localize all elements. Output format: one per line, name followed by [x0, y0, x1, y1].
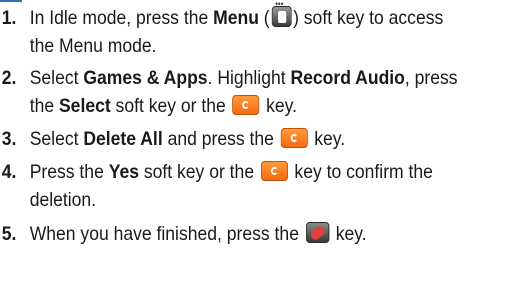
text: Select: [29, 67, 84, 89]
text: key to confirm the: [289, 161, 433, 183]
section-accent-bar: [0, 0, 22, 2]
text: Select: [29, 128, 84, 150]
step-line: When you have finished, press the key.: [30, 220, 367, 248]
step-line: Press the Yes soft key or the key to con…: [30, 158, 433, 186]
step-text: When you have finished, press the key.: [30, 220, 367, 248]
menu-soft-key-icon: •••: [271, 0, 292, 27]
text: (: [258, 7, 270, 29]
step-line: In Idle mode, press the Menu (•••) soft …: [29, 0, 444, 32]
text: key.: [261, 95, 298, 117]
step-text: Press the Yes soft key or the key to con…: [30, 158, 433, 214]
ok-select-key-icon: [232, 95, 260, 115]
step-number: 3.: [1, 128, 17, 150]
step-number: 1.: [1, 7, 17, 29]
end-power-key-icon: [305, 222, 330, 243]
text: and press the: [162, 128, 279, 150]
step-line: the Select soft key or the key.: [30, 92, 458, 120]
select-key-label: Select: [58, 95, 111, 117]
ok-select-key-icon: [260, 161, 288, 181]
step-text: Select Delete All and press the key.: [30, 125, 345, 153]
step-text: In Idle mode, press the Menu (•••) soft …: [29, 0, 444, 60]
games-apps-label: Games & Apps: [83, 67, 208, 89]
text: In Idle mode, press the: [29, 7, 214, 29]
text: ) soft key to access: [293, 7, 444, 29]
text: the: [29, 95, 59, 117]
step-line: deletion.: [29, 189, 97, 211]
step-number: 2.: [1, 67, 17, 89]
step-number: 5.: [1, 223, 17, 245]
step-text: Select Games & Apps. Highlight Record Au…: [30, 64, 458, 120]
text: . Highlight: [207, 67, 291, 89]
text: , press: [404, 67, 458, 89]
step-line: Select Delete All and press the key.: [30, 125, 345, 153]
delete-all-label: Delete All: [83, 128, 163, 150]
text: Press the: [29, 161, 109, 183]
yes-key-label: Yes: [108, 161, 139, 183]
text: key.: [330, 223, 367, 245]
ok-select-key-icon: [280, 128, 308, 148]
step-line: the Menu mode.: [29, 35, 157, 57]
text: key.: [309, 128, 346, 150]
manual-page: { "steps": [ { "number": "1.", "line1_a"…: [0, 0, 522, 286]
menu-key-label: Menu: [213, 7, 259, 29]
step-line: Select Games & Apps. Highlight Record Au…: [30, 64, 458, 92]
step-number: 4.: [1, 161, 17, 183]
text: soft key or the: [138, 161, 259, 183]
text: soft key or the: [110, 95, 231, 117]
text: When you have finished, press the: [29, 223, 304, 245]
record-audio-label: Record Audio: [290, 67, 405, 89]
